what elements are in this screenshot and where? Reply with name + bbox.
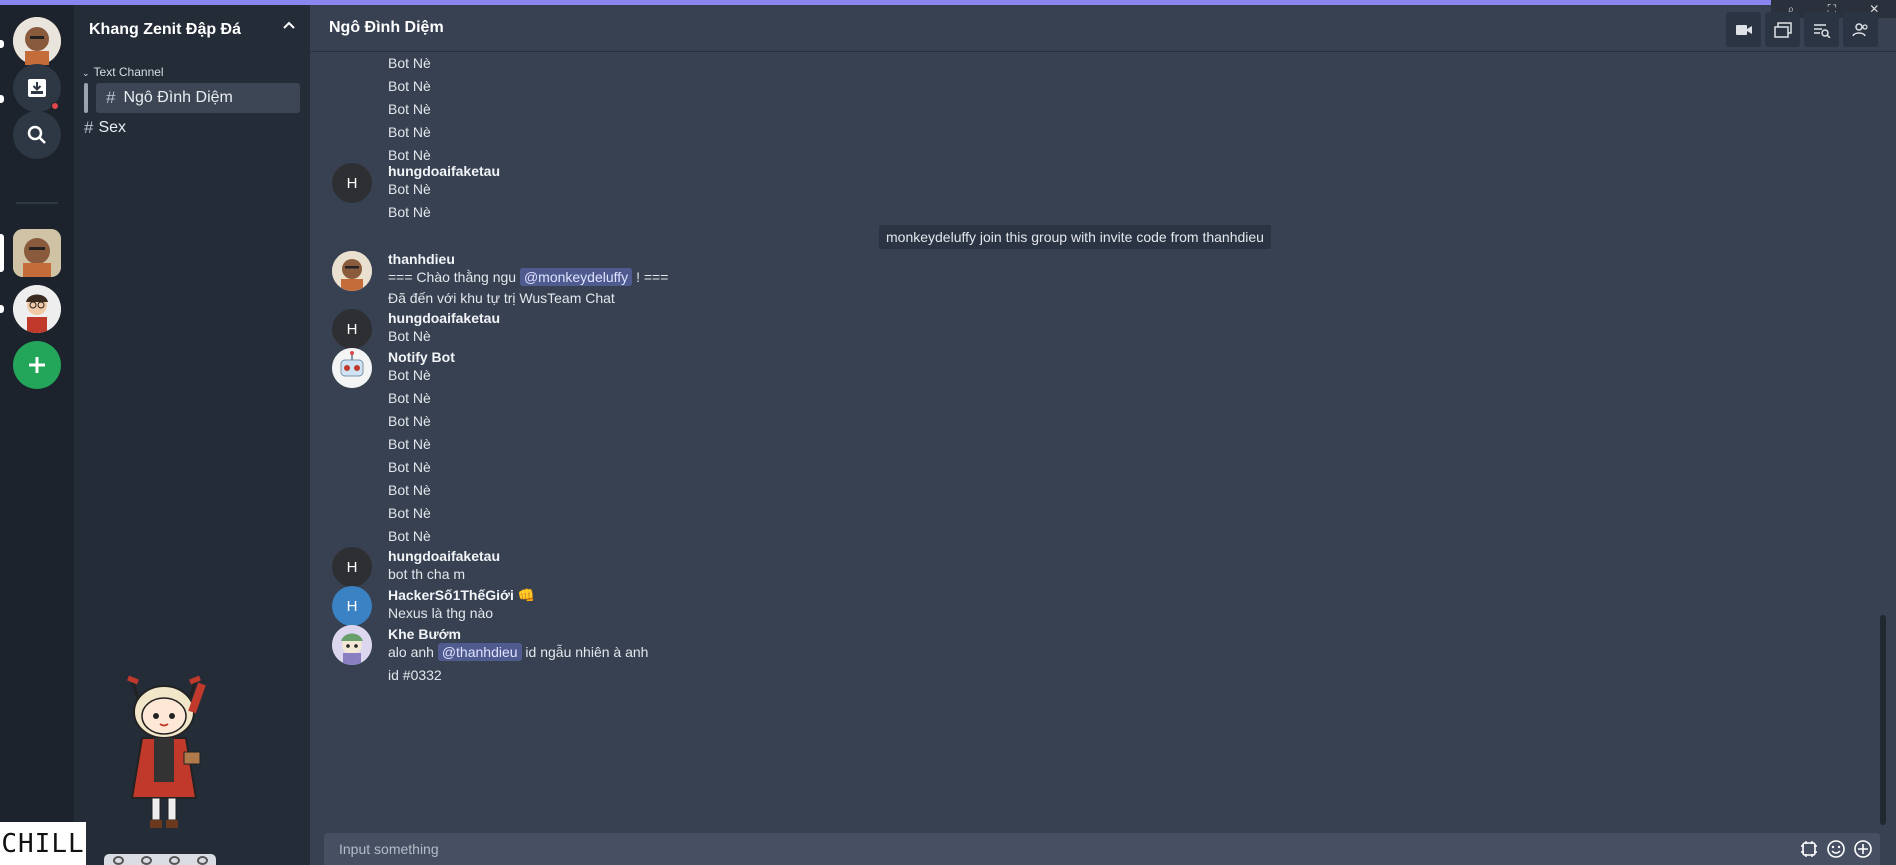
message-content: Nexus là thg nào <box>388 605 494 621</box>
message-content: Bot Nè <box>388 55 431 71</box>
chill-sticker: CHILL <box>0 822 86 865</box>
message-content: Bot Nè <box>388 124 431 140</box>
message-content: alo anh @thanhdieu id ngẫu nhiên à anh <box>388 643 649 661</box>
channel-category[interactable]: ⌄ Text Channel <box>82 65 164 79</box>
avatar[interactable]: H <box>332 586 372 626</box>
message-author[interactable]: hungdoaifaketau <box>388 163 500 179</box>
system-message: monkeydeluffy join this group with invit… <box>879 225 1271 249</box>
avatar[interactable]: H <box>332 163 372 203</box>
scrollbar-thumb[interactable] <box>1880 615 1886 825</box>
add-icon[interactable] <box>1852 838 1874 860</box>
server-rail <box>0 5 74 865</box>
emoji-icon[interactable] <box>1825 838 1847 860</box>
hash-icon: # <box>84 118 94 137</box>
guild-title[interactable]: Khang Zenit Đập Đá <box>89 21 241 39</box>
message-content: Bot Nè <box>388 390 431 406</box>
anime-mascot-sticker <box>114 672 224 837</box>
message-author[interactable]: Notify Bot <box>388 349 455 365</box>
server-avatar-1[interactable] <box>13 229 61 277</box>
message-author[interactable]: hungdoaifaketau <box>388 548 500 564</box>
server-divider <box>16 202 58 204</box>
message-content: Bot Nè <box>388 328 431 344</box>
message-content: Bot Nè <box>388 204 431 220</box>
message-content: id #0332 <box>388 667 442 683</box>
avatar[interactable] <box>332 625 372 665</box>
sticker-icon[interactable] <box>1798 838 1820 860</box>
unread-pill <box>0 95 4 103</box>
settings-icon[interactable] <box>168 856 180 865</box>
threads-icon[interactable] <box>1765 12 1800 47</box>
message-content: Bot Nè <box>388 528 431 544</box>
gear-icon[interactable] <box>196 856 208 865</box>
user-mention[interactable]: @thanhdieu <box>437 643 522 661</box>
message-content: === Chào thằng ngu @monkeydeluffy ! === <box>388 268 669 286</box>
search-list-icon[interactable] <box>1804 12 1839 47</box>
message-content: Bot Nè <box>388 78 431 94</box>
notification-dot <box>51 102 59 110</box>
search-icon[interactable] <box>13 111 61 159</box>
message-content: bot th cha m <box>388 566 466 582</box>
channel-header: Ngô Đình Diệm ⌕ ⛶ ✕ <box>310 0 1896 52</box>
user-avatar[interactable] <box>13 17 61 65</box>
channel-title: Ngô Đình Diệm <box>329 19 444 36</box>
channel-label: Sex <box>98 119 127 136</box>
message-content: Bot Nè <box>388 436 431 452</box>
message-content: Bot Nè <box>388 367 431 383</box>
avatar[interactable] <box>332 348 372 388</box>
message-content: Bot Nè <box>388 413 431 429</box>
channel-item-ngo-dinh-diem[interactable]: # Ngô Đình Diệm <box>96 83 300 113</box>
active-server-pill <box>0 234 4 272</box>
message-author[interactable]: thanhdieu <box>388 251 455 267</box>
message-author[interactable]: Khe Bướm <box>388 626 461 642</box>
message-author[interactable]: HackerSố1ThếGiới 👊 <box>388 587 535 604</box>
avatar[interactable]: H <box>332 547 372 587</box>
avatar[interactable]: H <box>332 309 372 349</box>
chevron-up-icon[interactable] <box>282 19 296 36</box>
headphones-icon[interactable] <box>140 856 152 865</box>
chevron-down-icon: ⌄ <box>82 68 90 78</box>
message-content: Bot Nè <box>388 505 431 521</box>
message-content: Bot Nè <box>388 482 431 498</box>
user-mention[interactable]: @monkeydeluffy <box>519 268 633 286</box>
user-controls[interactable] <box>104 854 216 865</box>
message-content: Bot Nè <box>388 101 431 117</box>
members-icon[interactable] <box>1843 12 1878 47</box>
fist-emoji: 👊 <box>517 587 536 603</box>
avatar[interactable] <box>332 251 372 291</box>
message-content: Đã đến với khu tự trị WusTeam Chat <box>388 290 615 306</box>
unread-pill <box>0 305 4 313</box>
channel-item-sex[interactable]: # Sex <box>74 113 126 143</box>
channel-sidebar: Khang Zenit Đập Đá ⌄ Text Channel # Ngô Đ… <box>74 5 310 865</box>
message-author[interactable]: hungdoaifaketau <box>388 310 500 326</box>
channel-label: Ngô Đình Diệm <box>123 89 233 106</box>
message-content: Bot Nè <box>388 181 431 197</box>
inbox-icon[interactable] <box>13 64 61 112</box>
add-server-icon[interactable] <box>13 341 61 389</box>
video-icon[interactable] <box>1726 12 1761 47</box>
message-list: Bot Nè Bot Nè Bot Nè Bot Nè Bot Nè H hun… <box>310 53 1880 823</box>
message-content: Bot Nè <box>388 147 431 163</box>
message-composer <box>324 833 1880 865</box>
chat-main: Ngô Đình Diệm ⌕ ⛶ ✕ Bot Nè Bot Nè Bot Nè… <box>310 0 1896 865</box>
hash-icon: # <box>106 88 116 107</box>
message-content: Bot Nè <box>388 459 431 475</box>
unread-pill <box>0 40 4 48</box>
active-channel-indicator <box>84 83 88 113</box>
mic-icon[interactable] <box>112 856 124 865</box>
server-avatar-2[interactable] <box>13 285 61 333</box>
message-input[interactable] <box>324 833 1764 865</box>
